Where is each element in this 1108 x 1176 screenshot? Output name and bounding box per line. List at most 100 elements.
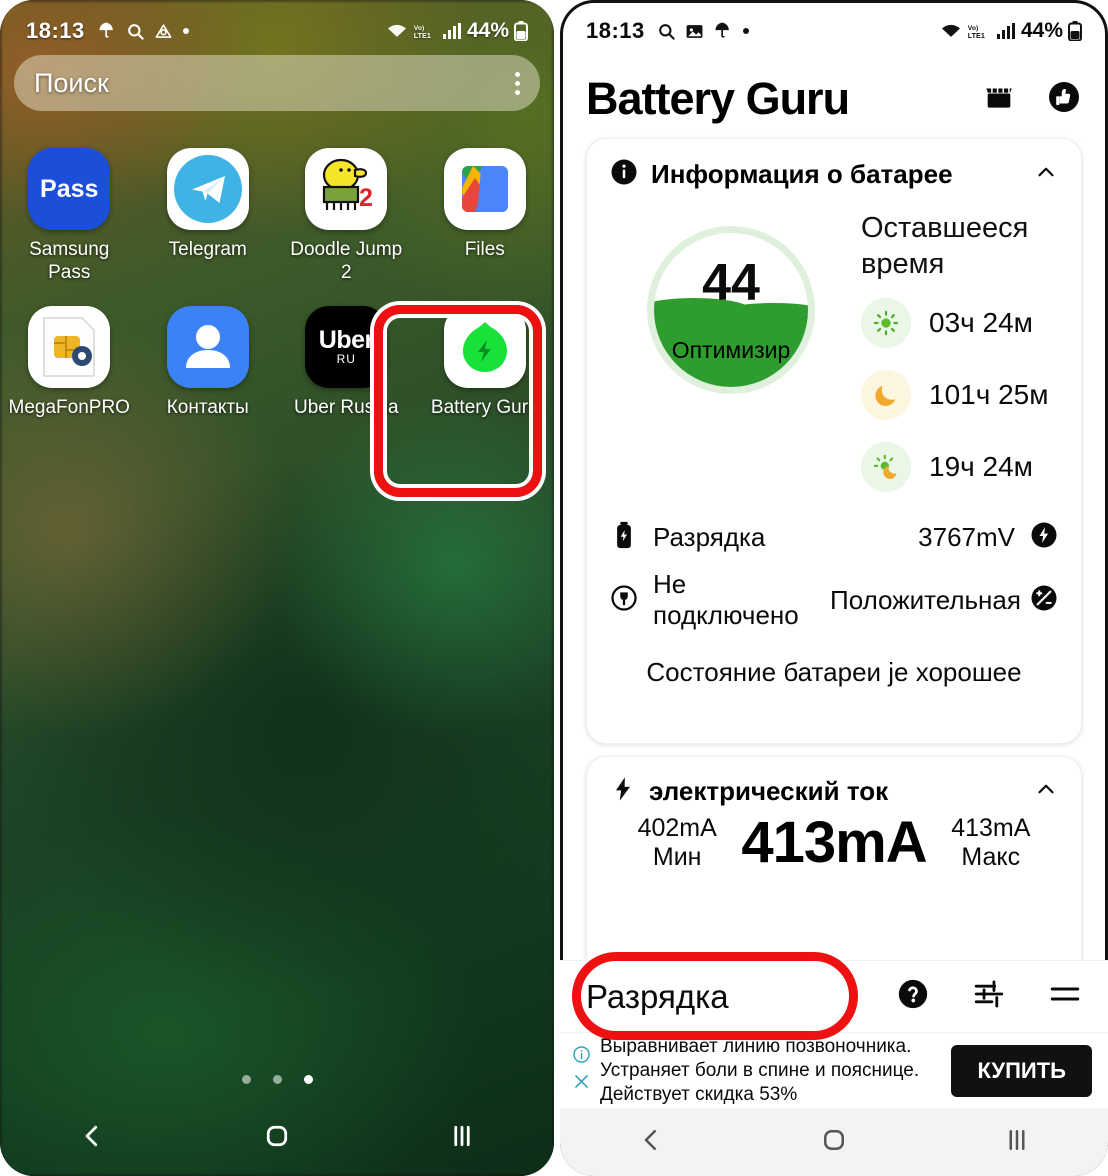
info-circle-icon[interactable] [572, 1045, 591, 1069]
current-min-label: Мин [652, 843, 702, 871]
battery-icon [514, 21, 528, 41]
app-label: Files [464, 239, 505, 260]
umbrella-icon [97, 21, 117, 41]
app-item-telegram[interactable]: Telegram [139, 140, 278, 284]
battery-info-card: Информация о батарее 44 Оптимизир Оставш… [586, 138, 1082, 744]
back-icon[interactable] [636, 1125, 666, 1160]
current-max-label: Макс [961, 843, 1021, 871]
app-label: MegaFonPRO [8, 397, 130, 418]
recents-icon[interactable] [1002, 1125, 1032, 1160]
ad-line-1: Выравнивает линию позвоночника. [600, 1035, 912, 1057]
close-icon[interactable] [572, 1072, 591, 1096]
app-item-samsung-pass[interactable]: Pass Samsung Pass [0, 140, 139, 284]
battery-detail-rows: Разрядка 3767mV Не подключено Положитель… [587, 492, 1081, 631]
app-item-doodle-jump-2[interactable]: 2 Doodle Jump 2 [277, 140, 416, 284]
left-status-bar: 18:13 Vo) LTE1 44% [0, 14, 554, 48]
search-icon [657, 22, 676, 41]
volte-icon: Vo) LTE1 [967, 22, 991, 41]
uber-icon: Uber RU [305, 306, 388, 388]
app-item-uber-russia[interactable]: Uber RU Uber Russia [277, 298, 416, 419]
status-time: 18:13 [26, 18, 85, 43]
discharge-label: Разрядка [653, 522, 766, 552]
store-icon[interactable] [982, 80, 1016, 119]
status-time: 18:13 [586, 18, 645, 43]
image-icon [685, 22, 704, 41]
app-header: Battery Guru [560, 60, 1108, 138]
telegram-icon [166, 148, 249, 230]
buy-button[interactable]: КУПИТЬ [951, 1044, 1092, 1097]
umbrella-icon [713, 21, 733, 41]
polarity-value: Положительная [830, 584, 1021, 615]
app-label: Контакты [166, 397, 249, 418]
left-phone-screen: 18:13 Vo) LTE1 44% Поиск Pass Samsung Pa… [0, 0, 554, 1176]
gauge-state-label: Оптимизир [671, 337, 791, 363]
left-nav-bar [0, 1100, 554, 1176]
app-item-battery-guru[interactable]: Battery Guru [416, 298, 555, 419]
remaining-row-mixed: 19ч 24м [861, 442, 1063, 492]
plug-circle-icon [609, 583, 639, 618]
dot-icon [742, 27, 750, 35]
battery-level-gauge: 44 Оптимизир [647, 226, 815, 394]
gauge-percent: 44 [702, 254, 760, 312]
home-icon[interactable] [262, 1121, 292, 1156]
search-placeholder: Поиск [34, 67, 109, 98]
status-battery-percent: 44% [1020, 19, 1063, 42]
page-dot [272, 1075, 282, 1084]
doodle-badge: 2 [359, 184, 373, 212]
app-item-contacts[interactable]: Контакты [139, 298, 278, 419]
current-card-header[interactable]: электрический ток [587, 757, 1081, 812]
right-phone-screen: 18:13 Vo) LTE1 44% Battery Guru Информац… [560, 0, 1108, 1176]
page-indicator [0, 1075, 554, 1084]
doodle-jump-icon: 2 [305, 148, 388, 230]
app-label: Battery Guru [430, 397, 539, 418]
sun-moon-icon [861, 442, 911, 492]
page-dot-active [303, 1075, 313, 1084]
app-item-files[interactable]: Files [416, 140, 555, 284]
thumbs-up-icon[interactable] [1046, 79, 1082, 120]
current-max-value: 413mA [951, 814, 1031, 842]
app-label: Samsung Pass [29, 239, 110, 283]
uber-mark: Uber [318, 326, 374, 354]
bolt-circle-icon [1029, 520, 1059, 555]
uber-submark: RU [336, 352, 356, 366]
search-icon [126, 22, 145, 41]
battery-card-title: Информация о батарее [651, 159, 953, 189]
help-icon[interactable] [896, 977, 930, 1016]
battery-bolt-icon [609, 520, 639, 555]
current-card-body: 402mA Мин 413mA 413mA Макс [587, 812, 1081, 872]
contacts-icon [166, 306, 249, 388]
tune-icon[interactable] [972, 977, 1006, 1016]
signal-icon [442, 22, 462, 40]
battery-guru-icon [443, 306, 526, 388]
polarity-icon [1029, 583, 1059, 618]
bottom-action-bar: Разрядка [560, 960, 1108, 1032]
right-nav-bar [560, 1108, 1108, 1176]
moon-icon [861, 370, 911, 420]
app-label: Doodle Jump 2 [290, 239, 403, 283]
more-vertical-icon[interactable] [515, 71, 520, 95]
app-grid: Pass Samsung Pass Telegram 2 Doodle Jump… [0, 140, 554, 419]
remaining-time-title: Оставшееся время [861, 212, 1029, 280]
current-main-value: 413mA [741, 810, 927, 875]
battery-health-text: Состояние батареи je хорошее [646, 657, 1022, 687]
battery-icon [1068, 21, 1082, 41]
search-input[interactable]: Поиск [14, 55, 540, 111]
remaining-time-section: Оставшееся время 03ч 24м 101ч 25м 19ч 24… [857, 204, 1063, 492]
app-item-megafon-pro[interactable]: MegaFonPRO [0, 298, 139, 419]
samsung-pass-mark: Pass [40, 174, 99, 203]
ad-line-2: Устраняет боли в спине и пояснице. [600, 1059, 920, 1081]
chevron-up-icon[interactable] [1033, 776, 1059, 807]
current-min-value: 402mA [637, 814, 717, 842]
samsung-pass-icon: Pass [28, 148, 111, 230]
home-icon[interactable] [819, 1125, 849, 1160]
recents-icon[interactable] [447, 1121, 477, 1156]
ad-banner: Выравнивает линию позвоночника. Устраняе… [560, 1032, 1108, 1108]
megafon-pro-icon [28, 306, 111, 388]
remaining-row-screen-on: 03ч 24м [861, 298, 1063, 348]
plug-state-label: Не подключено [653, 569, 799, 630]
menu-icon[interactable] [1048, 977, 1082, 1016]
back-icon[interactable] [77, 1121, 107, 1156]
battery-card-header[interactable]: Информация о батарее [587, 139, 1081, 196]
chevron-up-icon[interactable] [1033, 159, 1059, 190]
screenshot-stage: 18:13 Vo) LTE1 44% Поиск Pass Samsung Pa… [0, 0, 1108, 1176]
